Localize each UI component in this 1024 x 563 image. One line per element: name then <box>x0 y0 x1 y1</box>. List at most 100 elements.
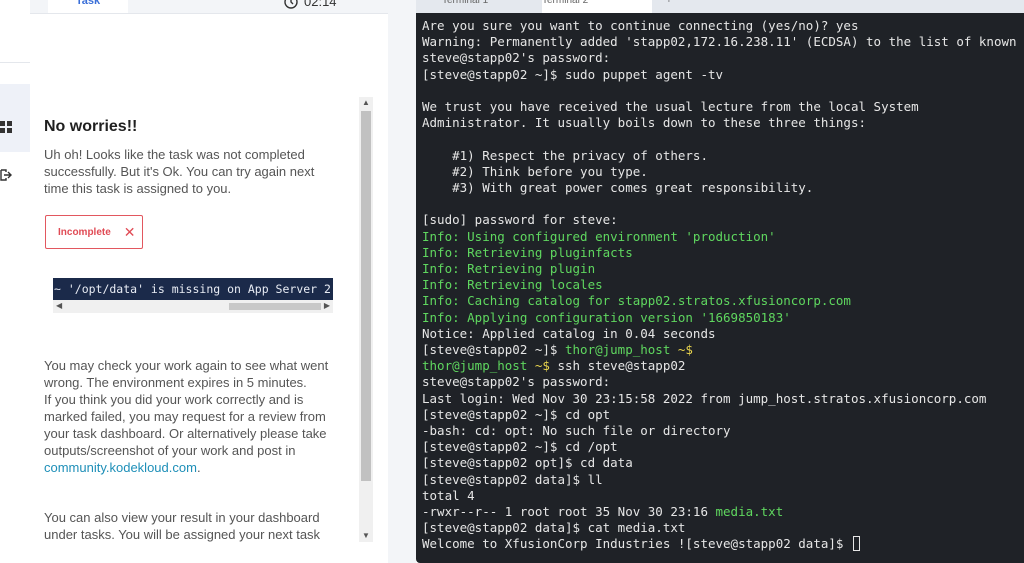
grid-icon[interactable] <box>0 120 12 134</box>
terminal-text: ~$ <box>527 358 550 374</box>
terminal-line: [steve@stapp02 data]$ ll <box>422 472 603 488</box>
terminal-line: Last login: Wed Nov 30 23:15:58 2022 fro… <box>422 391 986 407</box>
terminal-line: [steve@stapp02 ~]$ sudo puppet agent -tv <box>422 67 723 83</box>
tab-terminal-2[interactable]: Terminal 2 <box>542 0 652 13</box>
terminal-line: Administrator. It usually boils down to … <box>422 115 866 131</box>
terminal-text: Info: Retrieving pluginfacts <box>422 244 633 260</box>
terminal-text: #1) Respect the privacy of others. <box>422 147 708 163</box>
terminal-text: steve@stapp02's password: <box>422 374 611 390</box>
terminal-text: [steve@stapp02 ~]$ cd /opt <box>422 439 618 455</box>
terminal-text: Administrator. It usually boils down to … <box>422 115 867 131</box>
terminal-text: Info: Retrieving plugin <box>422 261 596 276</box>
terminal-line: thor@jump_host ~$ ssh steve@stapp02 <box>422 358 685 374</box>
status-badge-label: Incomplete <box>58 226 111 238</box>
terminal-cursor[interactable] <box>852 536 860 552</box>
terminal-line: Info: Applying configuration version '16… <box>422 310 791 326</box>
terminal-text: Info: Using configured environment 'prod… <box>422 228 776 244</box>
terminal-line: [steve@stapp02 opt]$ cd data <box>422 455 633 471</box>
terminal-text: thor@jump_host <box>422 358 528 374</box>
error-code-box[interactable]: ~ '/opt/data' is missing on App Server 2 <box>53 278 333 300</box>
result-message: Uh oh! Looks like the task was not compl… <box>44 147 315 196</box>
panel-header: Task 02:14 <box>30 0 388 14</box>
community-link[interactable]: community.kodekloud.com <box>44 460 197 475</box>
terminal-line: Info: Retrieving pluginfacts <box>422 245 633 261</box>
terminal-line: #2) Think before you type. <box>422 164 648 180</box>
terminal-text: Info: Retrieving locales <box>422 277 603 293</box>
vertical-scroll-thumb[interactable] <box>361 111 371 481</box>
horizontal-scrollbar[interactable]: ◀ ▶ <box>53 300 333 313</box>
link-suffix: . <box>196 460 201 475</box>
review-text: If you think you did your work correctly… <box>44 392 327 458</box>
left-rail <box>0 0 31 563</box>
terminal-line: We trust you have received the usual lec… <box>422 99 919 115</box>
terminal-line: Info: Using configured environment 'prod… <box>422 229 776 245</box>
terminal-window[interactable]: Are you sure you want to continue connec… <box>416 13 1024 563</box>
terminal-text: -bash: cd: opt: No such file or director… <box>422 423 731 438</box>
terminal-text: [steve@stapp02 data]$ ll <box>422 471 603 487</box>
terminal-line: steve@stapp02's password: <box>422 50 610 66</box>
terminal-line: [sudo] password for steve: <box>422 212 618 228</box>
scroll-right-icon[interactable]: ▶ <box>324 301 330 310</box>
terminal-line: Warning: Permanently added 'stapp02,172.… <box>422 34 1024 50</box>
tab-terminal-1[interactable]: Terminal 1 <box>442 0 522 13</box>
terminal-line: Welcome to XfusionCorp Industries ![stev… <box>422 536 860 552</box>
terminal-text: ssh steve@stapp02 <box>549 358 686 374</box>
panel-gap <box>388 0 416 563</box>
terminal-text: Are you sure you want to continue connec… <box>422 18 859 33</box>
terminal-line: Info: Retrieving plugin <box>422 261 595 277</box>
terminal-line: [steve@stapp02 ~]$ cd opt <box>422 407 610 423</box>
rail-active-item[interactable] <box>0 84 30 152</box>
horizontal-scroll-thumb[interactable] <box>229 303 321 310</box>
terminal-text: Notice: Applied catalog in 0.04 seconds <box>422 325 716 341</box>
terminal-line: total 4 <box>422 488 475 504</box>
terminal-text: Last login: Wed Nov 30 23:15:58 2022 fro… <box>422 390 987 406</box>
tab-task[interactable]: Task <box>48 0 128 13</box>
terminal-text: thor@jump_host <box>565 342 671 357</box>
recheck-text: You may check your work again to see wha… <box>44 358 329 390</box>
terminal-text: Welcome to XfusionCorp Industries ![stev… <box>422 536 851 552</box>
terminal-line: [steve@stapp02 data]$ cat media.txt <box>422 520 685 536</box>
close-icon: ✕ <box>123 224 136 240</box>
terminal-line: [steve@stapp02 ~]$ cd /opt <box>422 439 618 455</box>
terminal-line: #3) With great power comes great respons… <box>422 180 813 196</box>
result-panel: No worries!! Uh oh! Looks like the task … <box>30 14 360 563</box>
terminal-line: Are you sure you want to continue connec… <box>422 18 859 34</box>
terminal-line: steve@stapp02's password: <box>422 374 610 390</box>
terminal-text: ~$ <box>670 342 693 357</box>
scroll-up-icon[interactable]: ▲ <box>362 98 370 107</box>
dashboard-paragraph: You can also view your result in your da… <box>44 510 321 542</box>
scroll-down-icon[interactable]: ▼ <box>362 531 370 540</box>
result-title: No worries!! <box>44 118 138 135</box>
terminal-line: #1) Respect the privacy of others. <box>422 148 708 164</box>
terminal-text: [steve@stapp02 ~]$ <box>422 342 565 357</box>
terminal-line: Info: Retrieving locales <box>422 277 603 293</box>
terminal-text: Info: Caching catalog for stapp02.strato… <box>422 293 851 309</box>
terminal-text: [sudo] password for steve: <box>422 212 618 228</box>
terminal-text: Warning: Permanently added 'stapp02,172.… <box>422 34 1024 50</box>
timer-value: 02:14 <box>304 0 337 9</box>
terminal-text: #3) With great power comes great respons… <box>422 180 814 195</box>
terminal-line: [steve@stapp02 ~]$ thor@jump_host ~$ <box>422 342 693 358</box>
scroll-left-icon[interactable]: ◀ <box>56 301 62 310</box>
terminal-text: -rwxr--r-- 1 root root 35 Nov 30 23:16 <box>422 504 716 519</box>
terminal-text: steve@stapp02's password: <box>422 50 611 66</box>
terminal-text: media.txt <box>715 504 784 519</box>
status-badge: Incomplete ✕ <box>45 215 143 249</box>
recheck-paragraph: You may check your work again to see wha… <box>44 357 344 476</box>
clock-icon <box>284 0 298 9</box>
error-code: ~ '/opt/data' is missing on App Server 2 <box>54 282 331 296</box>
terminal-line: -bash: cd: opt: No such file or director… <box>422 423 731 439</box>
terminal-text: [steve@stapp02 opt]$ cd data <box>422 455 633 471</box>
terminal-text: We trust you have received the usual lec… <box>422 99 919 114</box>
terminal-line: -rwxr--r-- 1 root root 35 Nov 30 23:16 m… <box>422 504 783 520</box>
terminal-text: [steve@stapp02 data]$ cat media.txt <box>422 520 686 536</box>
logout-icon[interactable] <box>0 168 12 182</box>
rail-divider <box>0 62 30 63</box>
terminal-text: [steve@stapp02 ~]$ sudo puppet agent -tv <box>422 66 724 82</box>
add-tab-button[interactable]: + <box>666 0 682 13</box>
vertical-scrollbar[interactable]: ▲ ▼ <box>359 97 373 542</box>
terminal-text: total 4 <box>422 487 475 503</box>
terminal-tabs: Terminal 1 Terminal 2 + <box>416 0 1024 13</box>
terminal-text: [steve@stapp02 ~]$ cd opt <box>422 406 611 422</box>
timer: 02:14 <box>284 0 337 9</box>
